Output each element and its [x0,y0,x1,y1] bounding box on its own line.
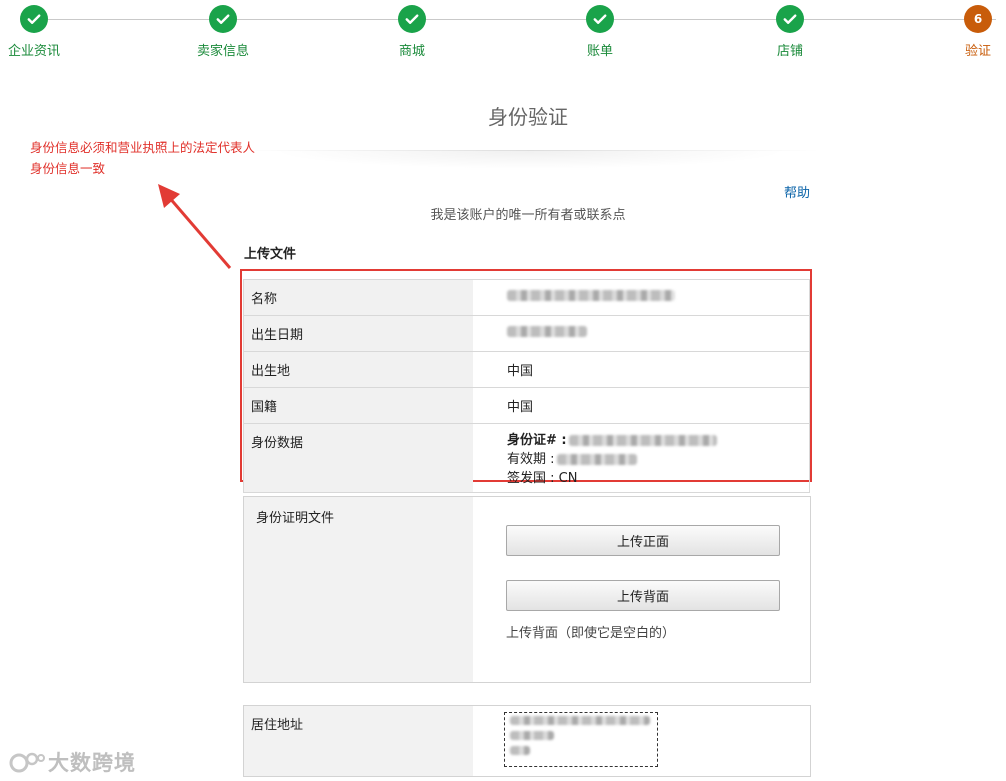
id-data-label: 身份数据 [244,424,473,492]
step-2-label[interactable]: 卖家信息 [197,40,249,59]
page-title: 身份验证 [488,105,568,129]
id-number-label: 身份证# : [507,433,567,448]
nationality-label: 国籍 [244,388,473,423]
step-4-check-icon [586,5,614,33]
identity-info-table: 名称 出生日期 出生地 中国 国籍 中国 身份数据 身份证# : 有效期 : 签… [243,279,810,493]
address-value [473,706,810,776]
step-4-label[interactable]: 账单 [587,40,613,59]
id-number-redacted [568,435,717,446]
expiry-label: 有效期 : [507,452,555,467]
expiry-redacted [556,454,637,465]
watermark-logo-icon [9,752,45,773]
issuer-label: 签发国 : CN [507,471,578,486]
help-link[interactable]: 帮助 [784,182,810,201]
annotation-line-2: 身份信息一致 [30,161,106,176]
upload-section-title: 上传文件 [244,247,297,262]
step-6-number-badge: 6 [964,5,992,33]
progress-stepper: 企业资讯 卖家信息 商城 账单 店铺 6 验证 [0,0,1006,62]
table-row: 出生地 中国 [244,352,809,388]
annotation-arrow-icon [158,184,232,269]
annotation-note: 身份信息必须和营业执照上的法定代表人 身份信息一致 [30,137,255,179]
stepper-track [48,19,996,20]
step-1-check-icon [20,5,48,33]
step-6-label: 验证 [964,44,992,59]
address-redacted-box [504,712,658,767]
step-3-label[interactable]: 商城 [399,40,425,59]
step-1-label[interactable]: 企业资讯 [8,40,60,59]
dob-value-redacted [473,316,809,351]
watermark: 大数跨境 [8,747,136,777]
nationality-value: 中国 [507,400,534,415]
owner-statement: 我是该账户的唯一所有者或联系点 [430,208,626,223]
address-label: 居住地址 [244,706,473,776]
step-2-check-icon [209,5,237,33]
table-row: 国籍 中国 [244,388,809,424]
pob-value: 中国 [507,364,534,379]
pob-label: 出生地 [244,352,473,387]
watermark-text: 大数跨境 [48,751,136,775]
annotation-line-1: 身份信息必须和营业执照上的法定代表人 [30,140,256,155]
step-5-check-icon [776,5,804,33]
name-label: 名称 [244,280,473,315]
upload-actions: 上传正面 上传背面 上传背面（即使它是空白的） [473,497,810,682]
title-divider-shadow [270,151,790,169]
id-data-value: 身份证# : 有效期 : 签发国 : CN [473,424,809,492]
upload-back-button[interactable]: 上传背面 [506,580,780,611]
step-3-check-icon [398,5,426,33]
id-document-upload-panel: 身份证明文件 上传正面 上传背面 上传背面（即使它是空白的） [243,496,811,683]
step-5-label[interactable]: 店铺 [777,40,803,59]
name-value-redacted [473,280,809,315]
table-row: 出生日期 [244,316,809,352]
table-row: 身份数据 身份证# : 有效期 : 签发国 : CN [244,424,809,492]
upload-back-hint: 上传背面（即使它是空白的） [506,626,676,641]
table-row: 名称 [244,280,809,316]
id-document-label: 身份证明文件 [244,497,473,682]
dob-label: 出生日期 [244,316,473,351]
upload-front-button[interactable]: 上传正面 [506,525,780,556]
residence-address-panel: 居住地址 [243,705,811,777]
